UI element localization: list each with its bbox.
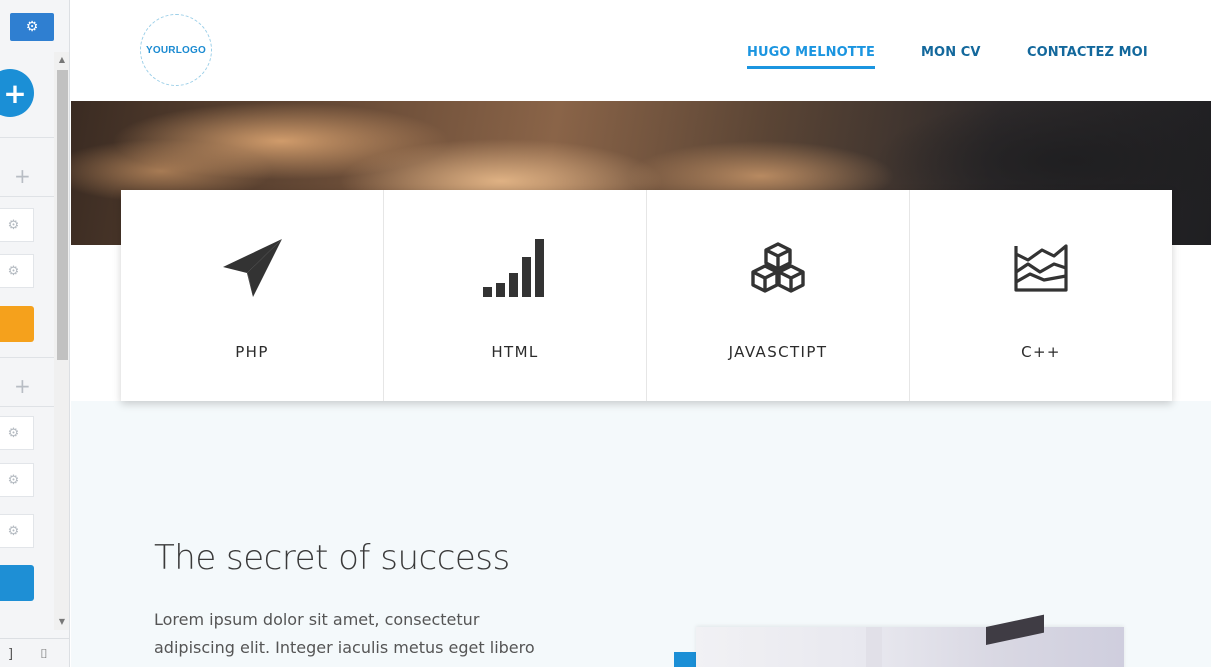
editor-block-orange-button[interactable] bbox=[0, 306, 34, 342]
editor-settings-button[interactable]: ⚙ bbox=[10, 13, 54, 41]
gear-icon: ⚙ bbox=[7, 523, 20, 539]
scroll-down-arrow-icon[interactable]: ▼ bbox=[54, 616, 69, 628]
editor-block-settings-button[interactable]: ⚙ bbox=[0, 514, 34, 548]
paper-plane-icon bbox=[217, 233, 287, 303]
cubes-icon bbox=[743, 233, 813, 303]
section-body-line: Lorem ipsum dolor sit amet, consectetur bbox=[154, 610, 480, 629]
section-body-line: adipiscing elit. Integer iaculis metus e… bbox=[154, 638, 535, 657]
plus-icon: + bbox=[14, 164, 31, 188]
editor-block-settings-button[interactable]: ⚙ bbox=[0, 463, 34, 497]
editor-scrollbar[interactable]: ▲ ▼ bbox=[54, 52, 69, 630]
section-title: The secret of success bbox=[154, 538, 510, 578]
editor-separator bbox=[0, 196, 54, 197]
feature-cards: PHP HTML JAVASCTIPT C++ bbox=[121, 190, 1172, 401]
plus-icon: + bbox=[14, 374, 31, 398]
editor-separator bbox=[0, 137, 54, 138]
page-icon[interactable]: ⌷ bbox=[40, 647, 48, 662]
gear-icon: ⚙ bbox=[7, 263, 20, 279]
bracket-icon[interactable]: ] bbox=[8, 647, 13, 662]
feature-label: PHP bbox=[235, 343, 269, 361]
feature-card-html[interactable]: HTML bbox=[384, 190, 647, 401]
gear-icon: ⚙ bbox=[7, 217, 20, 233]
feature-label: C++ bbox=[1021, 343, 1061, 361]
feature-label: HTML bbox=[491, 343, 539, 361]
editor-block-settings-button[interactable]: ⚙ bbox=[0, 208, 34, 242]
section-body: Lorem ipsum dolor sit amet, consectetur … bbox=[154, 606, 614, 662]
site-header: YOURLOGO HUGO MELNOTTE MON CV CONTACTEZ … bbox=[71, 0, 1211, 101]
editor-block-settings-button[interactable]: ⚙ bbox=[0, 254, 34, 288]
editor-bottom-bar: ] ⌷ bbox=[0, 638, 69, 667]
section-image bbox=[696, 614, 1124, 667]
nav-link-label: MON CV bbox=[921, 45, 981, 60]
editor-add-row-button[interactable]: + bbox=[14, 166, 31, 186]
feature-card-cpp[interactable]: C++ bbox=[910, 190, 1172, 401]
feature-label: JAVASCTIPT bbox=[728, 343, 828, 361]
plus-icon: + bbox=[3, 76, 27, 110]
editor-add-block-button[interactable]: + bbox=[0, 69, 34, 117]
logo-text: YOURLOGO bbox=[146, 44, 206, 56]
editor-separator bbox=[0, 406, 54, 407]
nav-link-contactez-moi[interactable]: CONTACTEZ MOI bbox=[1027, 45, 1148, 69]
nav-link-hugo-melnotte[interactable]: HUGO MELNOTTE bbox=[747, 45, 875, 69]
accent-block bbox=[674, 652, 696, 667]
gear-icon: ⚙ bbox=[25, 19, 39, 35]
content-section: The secret of success Lorem ipsum dolor … bbox=[71, 401, 1211, 667]
nav-link-label: CONTACTEZ MOI bbox=[1027, 45, 1148, 60]
feature-card-php[interactable]: PHP bbox=[121, 190, 384, 401]
nav-active-underline bbox=[747, 66, 875, 69]
gear-icon: ⚙ bbox=[7, 425, 20, 441]
feature-card-javascript[interactable]: JAVASCTIPT bbox=[647, 190, 910, 401]
site-logo[interactable]: YOURLOGO bbox=[140, 14, 212, 86]
signal-bars-icon bbox=[480, 233, 550, 303]
nav-link-label: HUGO MELNOTTE bbox=[747, 45, 875, 60]
editor-block-blue-button[interactable] bbox=[0, 565, 34, 601]
scroll-up-arrow-icon[interactable]: ▲ bbox=[54, 54, 69, 66]
area-chart-icon bbox=[1006, 233, 1076, 303]
editor-block-settings-button[interactable]: ⚙ bbox=[0, 416, 34, 450]
gear-icon: ⚙ bbox=[7, 472, 20, 488]
nav-link-mon-cv[interactable]: MON CV bbox=[921, 45, 981, 69]
editor-separator bbox=[0, 357, 54, 358]
editor-panel: ⚙ + + ⚙ ⚙ + ⚙ ⚙ ⚙ ▲ ▼ ] ⌷ bbox=[0, 0, 70, 667]
editor-add-row-button[interactable]: + bbox=[14, 376, 31, 396]
scrollbar-thumb[interactable] bbox=[57, 70, 68, 360]
